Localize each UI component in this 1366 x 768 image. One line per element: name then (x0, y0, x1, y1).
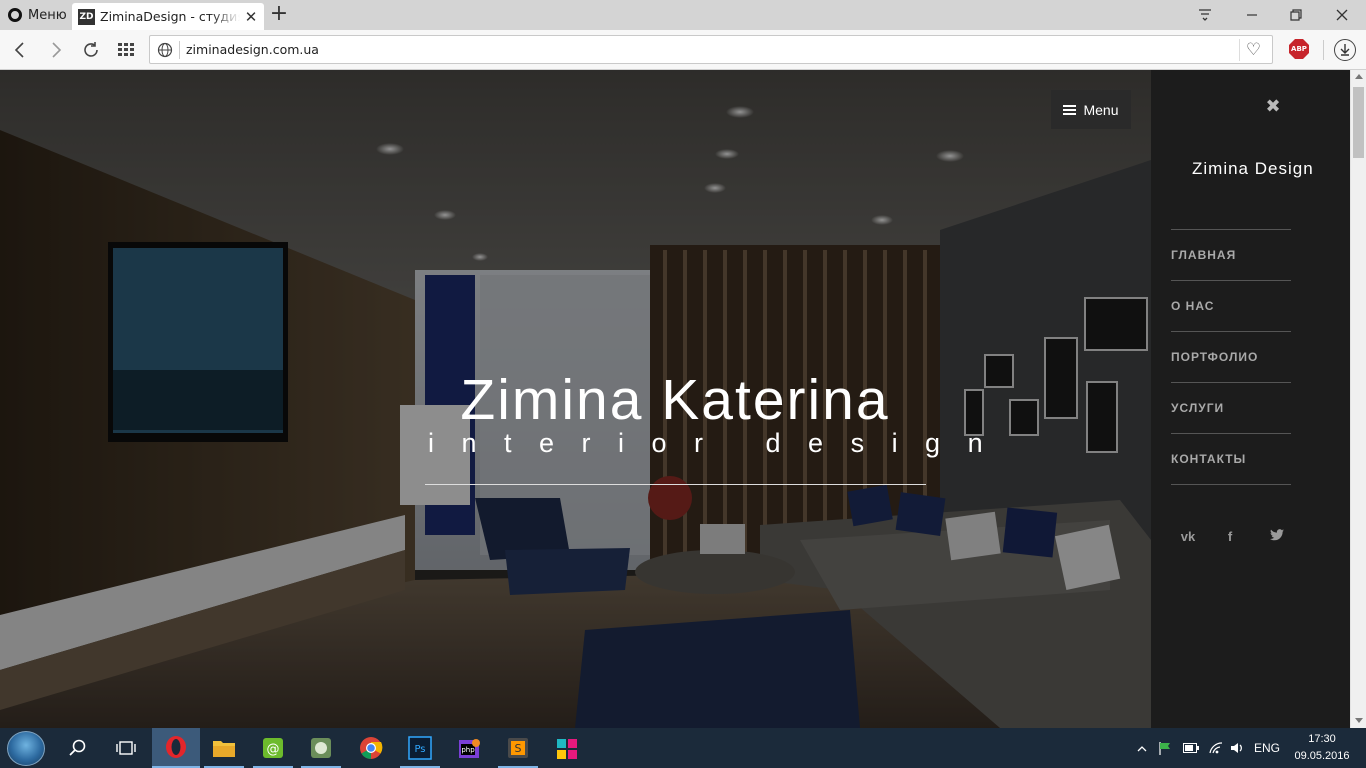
web-page: Menu Zimina Katerina interior design ✖ Z… (0, 70, 1350, 728)
panel-brand[interactable]: Zimina Design (1192, 159, 1314, 179)
search-icon[interactable] (54, 728, 102, 768)
tab-title: ZiminaDesign - студия ди (100, 9, 240, 24)
phpstorm-icon[interactable]: php (445, 728, 493, 768)
back-icon[interactable] (8, 38, 32, 62)
opera-taskbar-icon[interactable] (152, 728, 200, 768)
file-explorer-icon[interactable] (200, 728, 248, 768)
vk-icon[interactable]: vk (1179, 529, 1197, 545)
opera-logo-icon (8, 8, 22, 22)
mail-agent-icon[interactable]: @ (249, 728, 297, 768)
svg-text:S: S (515, 742, 522, 755)
minimize-icon[interactable] (1230, 0, 1274, 30)
page-scrollbar[interactable] (1350, 70, 1366, 728)
new-tab-button[interactable]: + (268, 3, 290, 26)
site-favicon-icon: ZD (78, 8, 95, 25)
scroll-down-arrow-icon[interactable] (1355, 718, 1363, 723)
start-button[interactable] (7, 731, 45, 766)
forward-icon[interactable] (44, 38, 68, 62)
battery-icon[interactable] (1181, 728, 1201, 768)
volume-icon[interactable] (1228, 728, 1246, 768)
adblock-plus-icon[interactable]: ABP (1289, 39, 1309, 59)
nav-item-contacts[interactable]: КОНТАКТЫ (1171, 434, 1291, 485)
svg-text:php: php (461, 746, 475, 754)
facebook-icon[interactable]: f (1221, 529, 1239, 545)
menu-button-label: Menu (1083, 101, 1119, 118)
wifi-icon[interactable] (1207, 728, 1225, 768)
system-clock[interactable]: 17:30 09.05.2016 (1289, 731, 1355, 765)
clock-time: 17:30 (1308, 733, 1336, 745)
sublime-text-icon[interactable]: S (494, 728, 542, 768)
hero-subtitle: interior design (428, 428, 1011, 458)
hamburger-icon (1063, 104, 1077, 115)
hero-title: Zimina Katerina (460, 368, 890, 432)
side-nav-panel: ✖ Zimina Design ГЛАВНАЯ О НАС ПОРТФОЛИО … (1151, 70, 1350, 728)
photoshop-icon[interactable]: Ps (396, 728, 444, 768)
restore-icon[interactable] (1274, 0, 1318, 30)
browser-tab-bar: Меню ZD ZiminaDesign - студия ди ✕ + (0, 0, 1366, 30)
browser-tab-active[interactable]: ZD ZiminaDesign - студия ди ✕ (72, 3, 264, 30)
scroll-thumb[interactable] (1353, 87, 1364, 158)
url-text[interactable]: ziminadesign.com.ua (186, 42, 319, 57)
nav-item-portfolio[interactable]: ПОРТФОЛИО (1171, 332, 1291, 383)
tab-close-icon[interactable]: ✕ (244, 8, 258, 26)
reload-icon[interactable] (79, 38, 103, 62)
evernote-icon[interactable] (297, 728, 345, 768)
nav-item-services[interactable]: УСЛУГИ (1171, 383, 1291, 434)
hero-heading: Zimina Katerina interior design (420, 368, 1011, 458)
speed-dial-icon[interactable] (114, 38, 138, 62)
address-bar: ziminadesign.com.ua ♡ ABP (0, 30, 1366, 70)
toolbar-divider (1323, 40, 1324, 60)
opera-menu-label: Меню (28, 7, 67, 23)
opera-menu-button[interactable]: Меню (0, 0, 70, 30)
flag-tray-icon[interactable] (1156, 728, 1174, 768)
clock-date: 09.05.2016 (1294, 750, 1350, 762)
twitter-icon[interactable] (1268, 529, 1286, 545)
bookmark-heart-icon[interactable]: ♡ (1239, 39, 1267, 61)
panel-nav: ГЛАВНАЯ О НАС ПОРТФОЛИО УСЛУГИ КОНТАКТЫ (1171, 229, 1291, 485)
close-panel-icon[interactable]: ✖ (1263, 97, 1283, 117)
close-window-icon[interactable] (1320, 0, 1364, 30)
hero-divider (425, 484, 926, 485)
globe-icon (157, 42, 173, 58)
store-app-icon[interactable] (543, 728, 591, 768)
menu-toggle-button[interactable]: Menu (1051, 90, 1131, 129)
chrome-icon[interactable] (347, 728, 395, 768)
url-input[interactable]: ziminadesign.com.ua ♡ (149, 35, 1273, 64)
svg-text:@: @ (267, 742, 280, 757)
tab-menu-icon[interactable] (1183, 0, 1227, 30)
input-language[interactable]: ENG (1252, 728, 1282, 768)
nav-item-home[interactable]: ГЛАВНАЯ (1171, 230, 1291, 281)
svg-text:Ps: Ps (414, 744, 425, 755)
url-divider (179, 41, 180, 59)
task-view-icon[interactable] (102, 728, 150, 768)
downloads-icon[interactable] (1334, 39, 1356, 61)
windows-taskbar: @ Ps php S ENG 17:30 09.05.2016 (0, 728, 1366, 768)
scroll-up-arrow-icon[interactable] (1355, 74, 1363, 79)
nav-item-about[interactable]: О НАС (1171, 281, 1291, 332)
tray-expand-icon[interactable] (1133, 728, 1151, 768)
